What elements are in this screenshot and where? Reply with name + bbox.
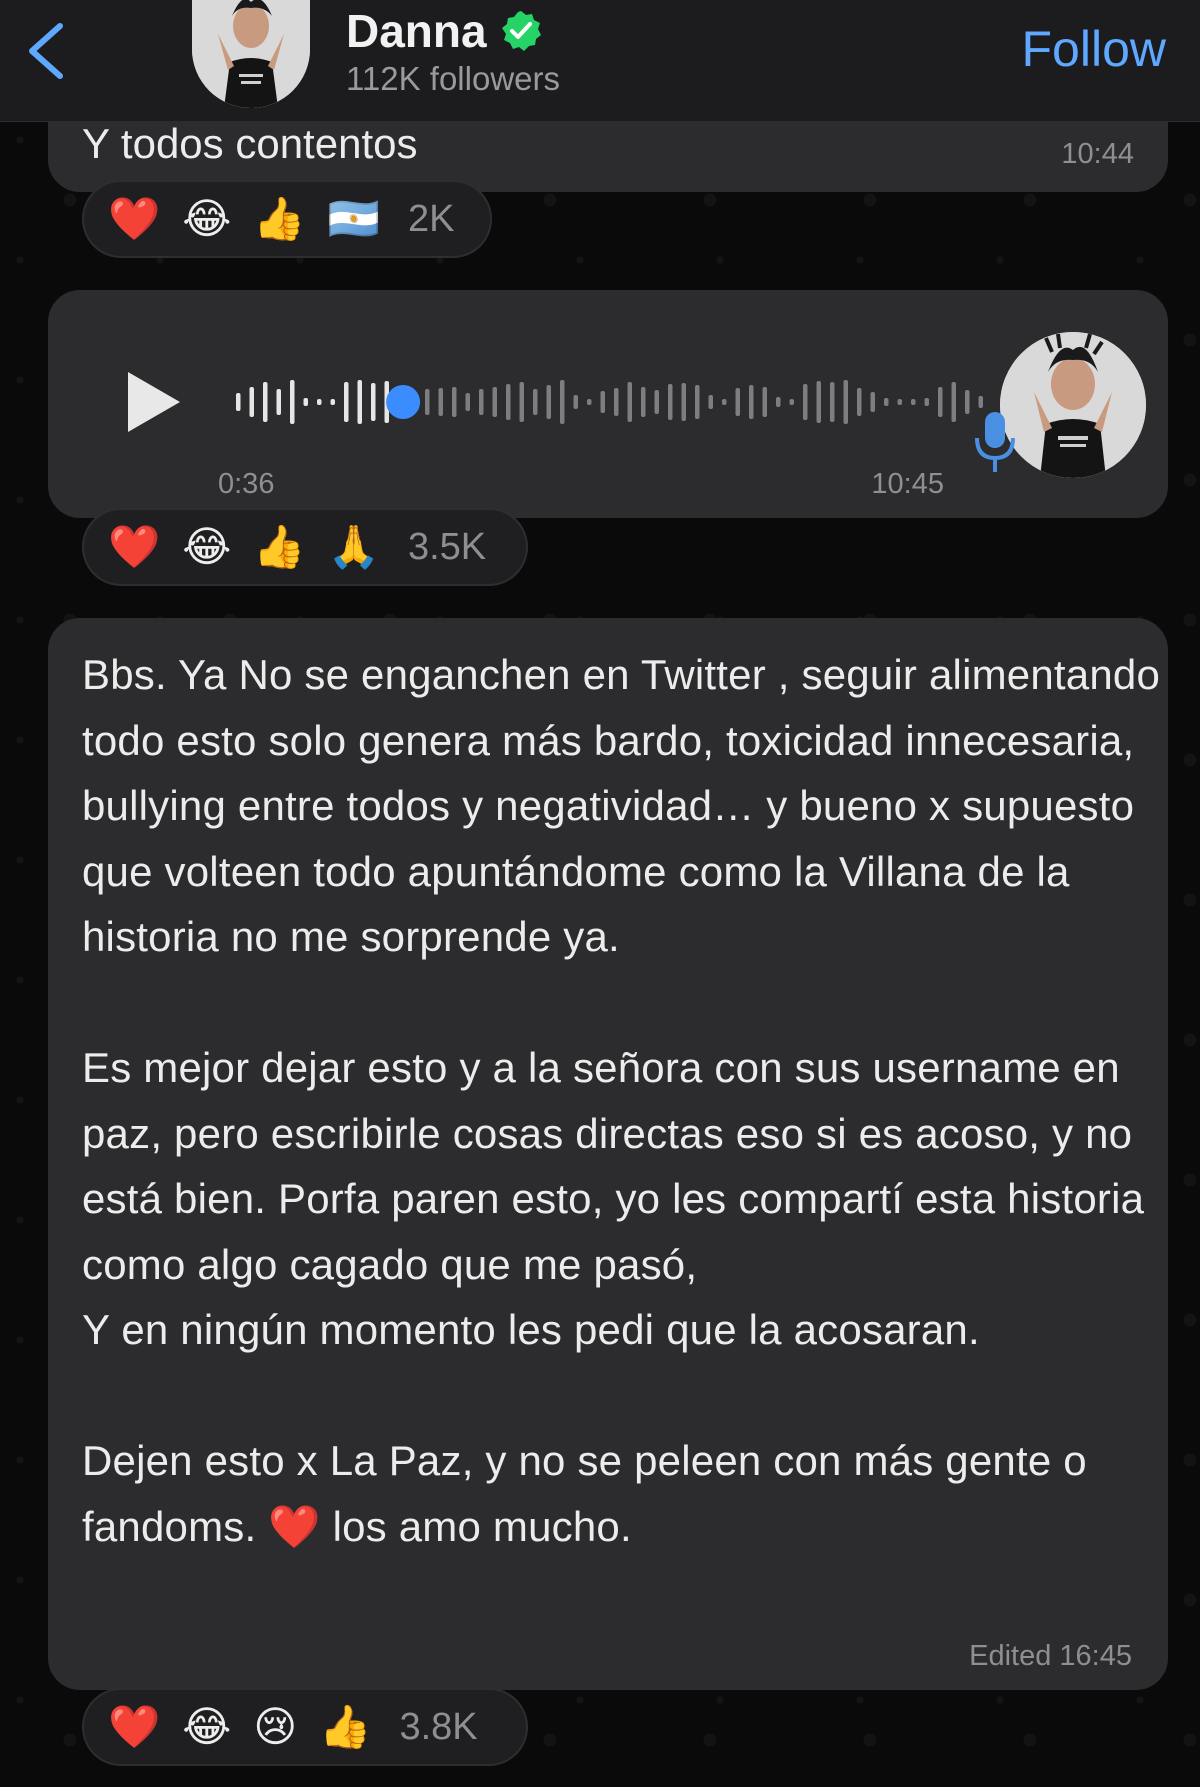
waveform-bar [357,380,362,424]
waveform-bar [519,382,524,422]
waveform-bar [506,384,511,420]
laughing-reaction-icon[interactable]: 😂 [182,198,231,240]
waveform-bar [492,387,497,417]
waveform-bar [803,384,808,420]
waveform-bar [438,388,443,416]
waveform-bar [627,382,632,422]
thumbs-up-reaction-icon[interactable]: 👍 [253,526,305,568]
heart-reaction-icon[interactable]: ❤️ [108,526,160,568]
chevron-left-icon[interactable] [22,20,70,82]
waveform-bar [722,399,727,405]
message-time-1: 10:44 [1061,138,1134,170]
waveform-bar [641,387,646,417]
waveform-bar [668,384,673,420]
laughing-reaction-icon[interactable]: 😂 [182,1706,231,1748]
waveform-bar [249,387,254,417]
waveform-bar [681,383,686,421]
waveform-bar [749,385,754,419]
waveform-bar [452,387,457,417]
waveform-bar [479,389,484,415]
crying-reaction-icon[interactable]: 😢 [253,1706,297,1748]
waveform-bar [897,399,902,405]
waveform-bar [857,388,862,416]
waveform-bar [789,399,794,405]
waveform-bar [708,395,713,409]
microphone-icon [975,412,1015,472]
thumbs-up-reaction-icon[interactable]: 👍 [319,1706,371,1748]
reactions-bar-3[interactable]: ❤️ 😂 😢 👍 3.8K [82,1688,528,1766]
waveform-bar [587,399,592,405]
waveform-bar [870,392,875,412]
waveform-bar [614,388,619,416]
waveform-bar [911,399,916,405]
followers-count: 112K followers [346,60,561,97]
praying-hands-reaction-icon[interactable]: 🙏 [328,526,380,568]
waveform-bar [884,398,889,406]
waveform-bar [776,397,781,407]
message-time-2: 10:45 [871,468,944,500]
channel-title[interactable]: Danna [346,4,543,58]
playback-scrubber-handle[interactable] [386,385,421,419]
waveform-bar [303,398,308,406]
waveform-bar [843,380,848,424]
voice-sender-avatar [1000,332,1146,478]
channel-avatar[interactable] [192,0,310,108]
waveform-bar [600,391,605,413]
waveform-bar [290,380,295,424]
waveform-bar [978,396,983,408]
thumbs-up-reaction-icon[interactable]: 👍 [253,198,305,240]
waveform-bar [425,389,430,415]
voice-waveform[interactable] [232,362,992,442]
heart-reaction-icon[interactable]: ❤️ [108,1706,160,1748]
message-bubble-3[interactable]: Bbs. Ya No se enganchen en Twitter , seg… [48,618,1168,1690]
chat-screen: Y todos contentos 10:44 ❤️ 😂 👍 🇦🇷 2K 0:3… [0,0,1200,1787]
waveform-bar [816,381,821,423]
waveform-bar [762,387,767,417]
waveform-bar [546,385,551,419]
waveform-bar [236,393,241,411]
reaction-count-3: 3.8K [399,1705,478,1748]
argentina-flag-reaction-icon[interactable]: 🇦🇷 [328,198,380,240]
waveform-bar [465,393,470,411]
message-text-1: Y todos contentos [82,120,418,167]
waveform-bar [344,382,349,422]
heart-reaction-icon[interactable]: ❤️ [108,198,160,240]
waveform-bar [573,395,578,409]
waveform-bar [276,389,281,415]
waveform-bar [533,389,538,415]
reactions-bar-1[interactable]: ❤️ 😂 👍 🇦🇷 2K [82,180,492,258]
message-meta-3: Edited 16:45 [969,1640,1132,1673]
waveform-bar [924,398,929,406]
waveform-bar [695,385,700,419]
message-text-3: Bbs. Ya No se enganchen en Twitter , seg… [82,651,1161,1550]
voice-message-bubble[interactable]: 0:36 10:45 [48,290,1168,518]
message-time-3: 16:45 [1059,1640,1132,1672]
waveform-bar [965,390,970,414]
waveform-bar [330,399,335,405]
reaction-count-2: 3.5K [407,525,487,568]
channel-header: Danna 112K followers Follow [0,0,1200,122]
follow-button[interactable]: Follow [1022,20,1166,78]
voice-duration: 0:36 [218,468,275,500]
reactions-bar-2[interactable]: ❤️ 😂 👍 🙏 3.5K [82,508,528,586]
waveform-bar [317,399,322,405]
reaction-count-1: 2K [407,197,455,240]
laughing-reaction-icon[interactable]: 😂 [182,526,231,568]
waveform-bar [560,380,565,424]
channel-name-text: Danna [346,5,487,57]
edited-label: Edited [969,1640,1052,1672]
waveform-bar [371,383,376,421]
waveform-bar [654,390,659,414]
play-icon[interactable] [110,362,190,442]
waveform-bar [951,382,956,422]
waveform-bar [830,382,835,422]
waveform-bar [263,382,268,422]
waveform-bar [735,388,740,416]
waveform-bar [938,387,943,417]
verified-check-icon [501,11,541,51]
